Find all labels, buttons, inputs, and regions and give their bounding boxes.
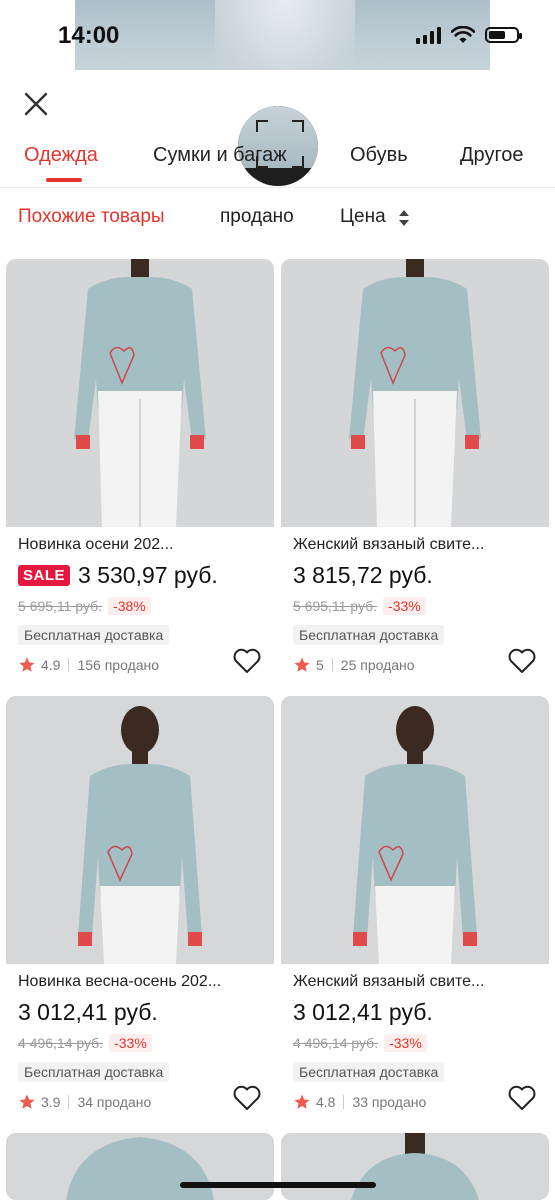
sold-count: 25 продано (340, 657, 415, 673)
discount-badge: -33% (109, 1034, 152, 1052)
discount-badge: -33% (383, 597, 426, 615)
star-icon (294, 1094, 310, 1109)
star-icon (19, 1094, 35, 1109)
product-image[interactable] (281, 696, 549, 964)
product-image[interactable] (6, 1133, 274, 1200)
tab-other[interactable]: Другое (460, 144, 524, 167)
rating-value: 4.9 (41, 657, 61, 673)
battery-icon (485, 27, 522, 43)
status-time: 14:00 (58, 22, 120, 49)
free-shipping-tag: Бесплатная доставка (18, 625, 170, 645)
old-price: 5 695,11 руб. (18, 598, 103, 614)
sale-badge: SALE (18, 565, 71, 586)
star-icon (19, 657, 35, 672)
old-price: 5 695,11 руб. (293, 598, 378, 614)
old-price-row: 5 695,11 руб. -38% (18, 597, 151, 615)
star-icon (294, 657, 310, 672)
status-icons (416, 26, 522, 44)
product-card[interactable]: Женский вязаный свите... 3 815,72 руб. 5… (281, 259, 549, 690)
rating-row: 3.9 34 продано (18, 1093, 151, 1111)
product-title[interactable]: Женский вязаный свите... (293, 973, 484, 991)
free-shipping-tag: Бесплатная доставка (293, 1062, 445, 1082)
discount-badge: -38% (108, 597, 151, 615)
old-price-row: 5 695,11 руб. -33% (293, 597, 426, 615)
sort-price[interactable]: Цена (340, 206, 386, 228)
sort-similar[interactable]: Похожие товары (18, 206, 165, 228)
product-title[interactable]: Новинка осени 202... (18, 536, 173, 554)
rating-row: 4.8 33 продано (293, 1093, 426, 1111)
product-title[interactable]: Новинка весна-осень 202... (18, 973, 221, 991)
free-shipping-tag: Бесплатная доставка (18, 1062, 170, 1082)
wifi-icon (451, 26, 475, 43)
product-card[interactable]: Новинка весна-осень 202... 3 012,41 руб.… (6, 696, 274, 1127)
product-card[interactable]: Женский вязаный свите... 3 012,41 руб. 4… (281, 696, 549, 1127)
old-price-row: 4 496,14 руб. -33% (293, 1034, 427, 1052)
rating-value: 5 (316, 657, 324, 673)
product-card[interactable]: Новинка осени 202... SALE 3 530,97 руб. … (6, 259, 274, 690)
product-image[interactable] (6, 696, 274, 964)
old-price-row: 4 496,14 руб. -33% (18, 1034, 152, 1052)
heart-icon[interactable] (232, 647, 262, 675)
status-bar: 14:00 (0, 0, 555, 70)
home-indicator (180, 1182, 376, 1188)
sort-sold[interactable]: продано (220, 206, 294, 228)
product-image[interactable] (6, 259, 274, 527)
sort-bar: Похожие товары продано Цена (0, 188, 555, 248)
product-card[interactable] (281, 1133, 549, 1200)
price-row: 3 815,72 руб. (293, 562, 433, 589)
tab-bags-luggage[interactable]: Сумки и багаж (153, 144, 287, 167)
price-row: 3 012,41 руб. (293, 999, 433, 1026)
sold-count: 33 продано (352, 1094, 427, 1110)
rating-row: 4.9 156 продано (18, 656, 159, 674)
product-image[interactable] (281, 259, 549, 527)
tab-shoes[interactable]: Обувь (350, 144, 408, 167)
sold-count: 34 продано (77, 1094, 152, 1110)
product-image[interactable] (281, 1133, 549, 1200)
product-card[interactable] (6, 1133, 274, 1200)
close-icon[interactable] (20, 88, 52, 120)
product-title[interactable]: Женский вязаный свите... (293, 536, 484, 554)
tab-clothing[interactable]: Одежда (24, 144, 98, 167)
sold-count: 156 продано (77, 657, 160, 673)
old-price: 4 496,14 руб. (293, 1035, 379, 1051)
product-price: 3 530,97 руб. (78, 562, 218, 588)
category-tabs: Одежда Сумки и багаж Обувь Другое (0, 136, 555, 188)
active-tab-indicator (46, 178, 82, 182)
product-price: 3 012,41 руб. (18, 999, 158, 1025)
price-row: SALE 3 530,97 руб. (18, 562, 218, 589)
free-shipping-tag: Бесплатная доставка (293, 625, 445, 645)
discount-badge: -33% (384, 1034, 427, 1052)
product-price: 3 012,41 руб. (293, 999, 433, 1025)
old-price: 4 496,14 руб. (18, 1035, 104, 1051)
heart-icon[interactable] (507, 647, 537, 675)
heart-icon[interactable] (232, 1084, 262, 1112)
price-row: 3 012,41 руб. (18, 999, 158, 1026)
rating-value: 4.8 (316, 1094, 336, 1110)
rating-value: 3.9 (41, 1094, 61, 1110)
rating-row: 5 25 продано (293, 656, 415, 674)
heart-icon[interactable] (507, 1084, 537, 1112)
cellular-signal-icon (416, 26, 441, 44)
product-price: 3 815,72 руб. (293, 562, 433, 588)
sort-arrows-icon[interactable] (398, 208, 410, 228)
